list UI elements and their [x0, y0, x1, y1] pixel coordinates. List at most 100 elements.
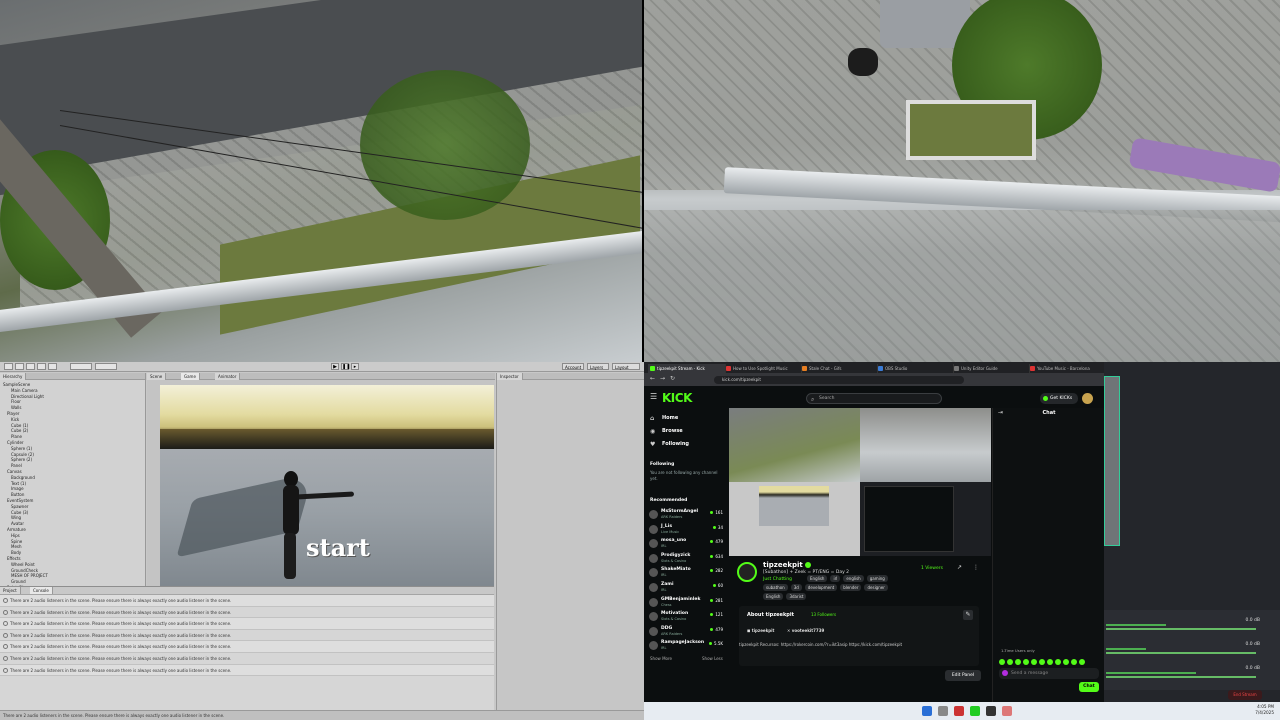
obs-taskbar-icon[interactable]: [986, 706, 996, 716]
emote-icon[interactable]: [1039, 659, 1045, 665]
nav-home[interactable]: ⌂ Home: [650, 414, 678, 423]
app-taskbar-icon[interactable]: [1002, 706, 1012, 716]
browser-tab[interactable]: tipzeekpit Stream - Kick: [648, 364, 726, 373]
kick-logo[interactable]: KICK: [662, 391, 692, 405]
console-log-row[interactable]: There are 2 audio listeners in the scene…: [0, 664, 494, 677]
recommended-channel[interactable]: Prodigyzick Slots & Casino 634: [649, 552, 725, 566]
browser-tab[interactable]: YouTube Music - Barcelona: [1028, 364, 1106, 373]
social-link-kick[interactable]: ◼ tipzeekpit: [747, 628, 774, 633]
show-less-link[interactable]: Show Less: [702, 656, 723, 661]
search-taskbar-icon[interactable]: [938, 706, 948, 716]
menu-icon[interactable]: ☰: [650, 392, 657, 401]
console-log-row[interactable]: There are 2 audio listeners in the scene…: [0, 607, 494, 619]
stream-tag[interactable]: irl: [830, 575, 841, 582]
game-view[interactable]: start: [160, 385, 494, 595]
obs-preview[interactable]: [1104, 376, 1120, 546]
stream-tag[interactable]: English: [763, 593, 784, 600]
stream-tag[interactable]: designer: [864, 584, 888, 591]
emote-icon[interactable]: [1071, 659, 1077, 665]
reload-icon[interactable]: ↻: [670, 376, 676, 382]
tab-hierarchy[interactable]: Hierarchy: [0, 373, 27, 380]
edit-panel-button[interactable]: Edit Panel: [945, 670, 981, 681]
recommended-channel[interactable]: Motivation Slots & Casino 121: [649, 610, 725, 624]
search-input[interactable]: ⌕ Search: [806, 393, 942, 404]
stream-tag[interactable]: english: [843, 575, 864, 582]
recommended-channel[interactable]: mosa_uno IRL 479: [649, 537, 725, 551]
stream-tag[interactable]: development: [804, 584, 838, 591]
unity-hub-icon[interactable]: [970, 706, 980, 716]
browser-tab[interactable]: How to Use Spotlight Music: [724, 364, 802, 373]
stream-tag[interactable]: English: [807, 575, 828, 582]
tab-console[interactable]: Console: [30, 587, 53, 594]
emote-icon[interactable]: [1047, 659, 1053, 665]
show-more-link[interactable]: Show More: [650, 656, 672, 661]
recommended-channel[interactable]: RampageJackson IRL 5.5K: [649, 639, 725, 653]
stream-tag[interactable]: subathon: [763, 584, 788, 591]
recommended-channel[interactable]: J_Lis Live Music 34: [649, 523, 725, 537]
edit-pencil-icon[interactable]: ✎: [963, 610, 973, 620]
tab-project[interactable]: Project: [0, 587, 21, 594]
tab-game[interactable]: Game: [181, 373, 200, 380]
brave-browser-icon[interactable]: [954, 706, 964, 716]
stream-tag[interactable]: gaming: [866, 575, 888, 582]
browser-tab[interactable]: Stale Chat - Gifs: [800, 364, 878, 373]
layers-dropdown[interactable]: Layers: [587, 363, 609, 370]
recommended-channel[interactable]: MsStormAngel ARK Raiders 161: [649, 508, 725, 522]
emote-icon[interactable]: [1055, 659, 1061, 665]
emote-icon[interactable]: [1031, 659, 1037, 665]
emote-icon[interactable]: [1063, 659, 1069, 665]
emote-icon[interactable]: [1023, 659, 1029, 665]
move-tool-button[interactable]: [15, 363, 24, 370]
step-button[interactable]: ▸: [351, 363, 359, 370]
back-icon[interactable]: ←: [650, 376, 656, 382]
address-bar[interactable]: kick.com/tipzeekpit: [714, 376, 964, 384]
tab-inspector[interactable]: Inspector: [497, 373, 523, 380]
rotate-tool-button[interactable]: [26, 363, 35, 370]
user-avatar[interactable]: [1082, 393, 1093, 404]
layout-dropdown[interactable]: Layout: [612, 363, 640, 370]
stream-tag[interactable]: 3darist: [786, 593, 807, 600]
hand-tool-button[interactable]: [4, 363, 13, 370]
channel-avatar[interactable]: [737, 562, 757, 582]
stream-tag[interactable]: 3d: [790, 584, 802, 591]
get-kicks-button[interactable]: Get KICKs: [1040, 393, 1078, 404]
browser-tab[interactable]: OBS Studio: [876, 364, 954, 373]
browser-tab[interactable]: Unity Editor Guide: [952, 364, 1030, 373]
forward-icon[interactable]: →: [660, 376, 666, 382]
stop-stream-button[interactable]: End Stream: [1228, 690, 1262, 700]
chat-send-button[interactable]: Chat: [1079, 682, 1099, 692]
volume-slider[interactable]: [1106, 676, 1256, 678]
emote-icon[interactable]: [1079, 659, 1085, 665]
stream-category[interactable]: Just Chatting: [763, 577, 792, 582]
chat-input[interactable]: Send a message: [999, 668, 1099, 679]
volume-slider[interactable]: [1106, 652, 1256, 654]
console-log-row[interactable]: There are 2 audio listeners in the scene…: [0, 618, 494, 630]
stream-tag[interactable]: blender: [840, 584, 862, 591]
nav-browse[interactable]: ◉ Browse: [650, 427, 683, 436]
pivot-toggle[interactable]: [70, 363, 92, 370]
emote-icon[interactable]: [1015, 659, 1021, 665]
console-log-row[interactable]: There are 2 audio listeners in the scene…: [0, 595, 494, 607]
account-dropdown[interactable]: Account: [562, 363, 584, 370]
play-button[interactable]: ▶: [331, 363, 339, 370]
video-player[interactable]: [729, 408, 991, 556]
more-options-icon[interactable]: ⋮: [973, 564, 979, 571]
volume-slider[interactable]: [1106, 628, 1256, 630]
tab-scene[interactable]: Scene: [147, 373, 167, 380]
nav-following[interactable]: ♥ Following: [650, 440, 689, 449]
global-toggle[interactable]: [95, 363, 117, 370]
emote-icon[interactable]: [1007, 659, 1013, 665]
scale-tool-button[interactable]: [37, 363, 46, 370]
emote-bar[interactable]: [999, 659, 1099, 666]
recommended-channel[interactable]: DDG ARK Raiders 479: [649, 625, 725, 639]
recommended-channel[interactable]: Zami IRL 60: [649, 581, 725, 595]
start-menu-icon[interactable]: [922, 706, 932, 716]
social-link-x[interactable]: ✕ vooteekit7739: [787, 628, 824, 633]
console-log-row[interactable]: There are 2 audio listeners in the scene…: [0, 641, 494, 653]
emote-icon[interactable]: [999, 659, 1005, 665]
tab-animator[interactable]: Animator: [215, 373, 241, 380]
clock[interactable]: 4:05 PM 7/4/2025: [1255, 704, 1274, 716]
share-icon[interactable]: ↗: [957, 564, 962, 571]
recommended-channel[interactable]: ShakeMiato IRL 282: [649, 566, 725, 580]
pause-button[interactable]: ❚❚: [341, 363, 350, 370]
